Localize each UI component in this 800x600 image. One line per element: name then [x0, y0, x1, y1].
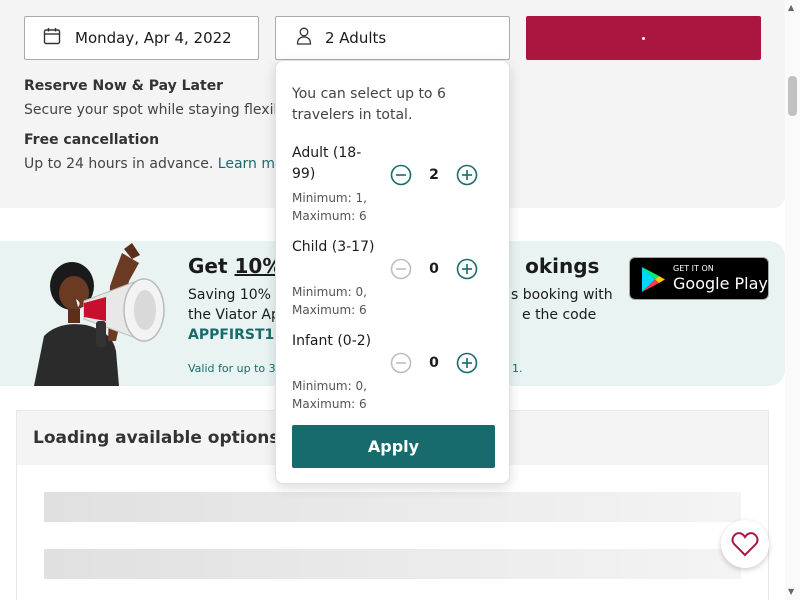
reserve-title: Reserve Now & Pay Later: [24, 78, 224, 94]
page-scrollbar[interactable]: ▲ ▼: [785, 0, 800, 600]
traveler-limits: Minimum: 0, Maximum: 6: [292, 285, 367, 317]
store-big-text: Google Play: [673, 274, 768, 293]
promo-headline-start: Get: [188, 254, 235, 278]
promo-code: APPFIRST10: [188, 327, 285, 343]
google-play-icon: [642, 267, 665, 292]
scroll-up-icon[interactable]: ▲: [788, 3, 794, 12]
traveler-count: 2: [429, 167, 439, 183]
promo-valid-left: Valid for up to 3 l: [188, 362, 283, 375]
travelers-label: 2 Adults: [325, 29, 387, 47]
cancel-text-body: Up to 24 hours in advance.: [24, 156, 218, 172]
apply-button[interactable]: Apply: [292, 425, 495, 468]
megaphone-woman-illustration: [34, 243, 165, 386]
traveler-count: 0: [429, 261, 439, 277]
travelers-dropdown: You can select up to 6 travelers in tota…: [275, 60, 510, 484]
traveler-row-child: Child (3-17) Minimum: 0, Maximum: 6 0: [292, 237, 497, 317]
promo-sub-left2: the Viator Ap: [188, 307, 280, 323]
person-icon: [296, 27, 312, 49]
date-label: Monday, Apr 4, 2022: [75, 29, 232, 47]
traveler-type-label: Child (3-17): [292, 239, 375, 255]
promo-sub-left: Saving 10% o: [188, 287, 284, 303]
plus-circle-icon[interactable]: [456, 258, 478, 280]
traveler-count: 0: [429, 355, 439, 371]
loading-dot: [642, 36, 645, 40]
traveler-type-label: Infant (0-2): [292, 333, 372, 349]
traveler-limits: Minimum: 1, Maximum: 6: [292, 191, 367, 223]
favorite-button[interactable]: [721, 520, 769, 568]
traveler-row-adult: Adult (18-99) Minimum: 1, Maximum: 6 2: [292, 143, 497, 223]
traveler-row-infant: Infant (0-2) Minimum: 0, Maximum: 6 0: [292, 331, 497, 411]
skeleton-row: [44, 549, 741, 579]
heart-icon: [731, 532, 759, 557]
scroll-thumb[interactable]: [788, 76, 797, 116]
date-picker-button[interactable]: Monday, Apr 4, 2022: [24, 16, 259, 60]
cancel-text: Up to 24 hours in advance. Learn mo: [24, 156, 284, 172]
scroll-down-icon[interactable]: ▼: [788, 587, 794, 596]
travelers-button[interactable]: 2 Adults: [275, 16, 510, 60]
cancel-title: Free cancellation: [24, 132, 160, 148]
promo-valid-right: 1.: [512, 362, 523, 375]
promo-sub-right: s booking with: [511, 287, 613, 303]
minus-circle-icon[interactable]: [390, 352, 412, 374]
travelers-note: You can select up to 6 travelers in tota…: [292, 86, 446, 123]
traveler-type-label: Adult (18-99): [292, 145, 362, 182]
learn-more-link[interactable]: Learn mo: [218, 156, 284, 172]
traveler-limits: Minimum: 0, Maximum: 6: [292, 379, 367, 411]
promo-headline-end: okings: [525, 254, 600, 278]
plus-circle-icon[interactable]: [456, 352, 478, 374]
promo-valid-text: Valid for up to 3 l 1.: [188, 362, 523, 375]
skeleton-row: [44, 492, 741, 522]
calendar-icon: [43, 27, 61, 49]
promo-sub-right2: e the code: [522, 307, 597, 323]
check-availability-button[interactable]: [526, 16, 761, 60]
plus-circle-icon[interactable]: [456, 164, 478, 186]
minus-circle-icon[interactable]: [390, 258, 412, 280]
store-small-text: GET IT ON: [673, 264, 714, 273]
google-play-badge[interactable]: GET IT ON Google Play: [629, 257, 769, 300]
reserve-text: Secure your spot while staying flexib: [24, 102, 283, 118]
minus-circle-icon[interactable]: [390, 164, 412, 186]
